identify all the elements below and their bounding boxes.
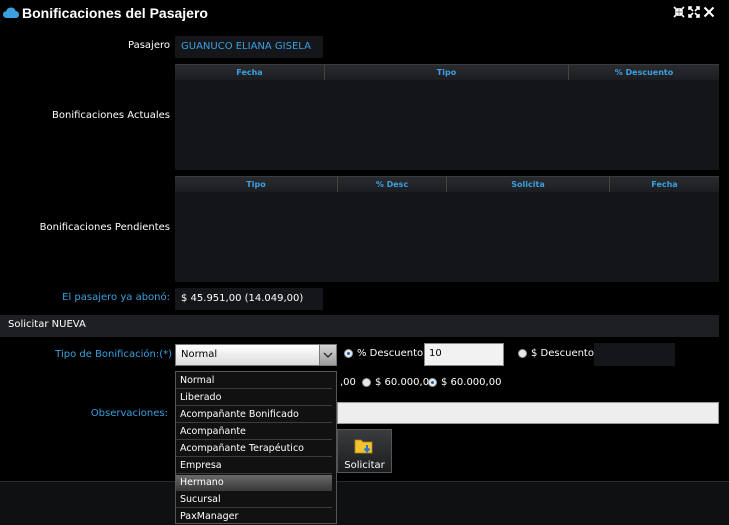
pendientes-grid-header: Tipo % Desc Solicita Fecha — [175, 176, 719, 192]
tipo-option[interactable]: Acompañante — [176, 424, 332, 440]
solicitar-section-header: Solicitar NUEVA — [0, 315, 719, 337]
chevron-down-icon[interactable] — [319, 345, 336, 365]
amount-option-2: $ 60.000,00 — [441, 377, 502, 388]
col-solicita[interactable]: Solicita — [447, 177, 610, 192]
tipo-option[interactable]: PaxManager — [176, 509, 332, 523]
col-pct-desc[interactable]: % Desc — [338, 177, 447, 192]
tipo-option-highlighted[interactable]: Hermano — [176, 475, 332, 491]
pasajero-value: GUANUCO ELIANA GISELA — [181, 41, 311, 52]
folder-download-icon — [354, 439, 373, 454]
actuales-grid-header: Fecha Tipo % Descuento — [175, 64, 719, 80]
pct-descuento-label: % Descuento — [357, 348, 424, 359]
tipo-option[interactable]: Normal — [176, 373, 332, 389]
pct-descuento-input[interactable]: 10 — [424, 343, 504, 366]
window-footer — [0, 481, 729, 525]
actuales-label: Bonificaciones Actuales — [52, 110, 170, 121]
pendientes-grid: Tipo % Desc Solicita Fecha — [175, 176, 719, 282]
solicitar-label: Solicitar — [344, 460, 385, 471]
monto-descuento-input[interactable] — [594, 343, 675, 366]
cloud-icon — [3, 7, 19, 18]
abono-value: $ 45.951,00 (14.049,00) — [181, 293, 304, 304]
tipo-option[interactable]: Liberado — [176, 390, 332, 406]
tipo-bonificacion-select[interactable]: Normal — [175, 344, 337, 366]
tipo-option[interactable]: Empresa — [176, 458, 332, 474]
pasajero-label: Pasajero — [128, 40, 170, 51]
solicitar-button[interactable]: Solicitar — [337, 429, 392, 473]
tipo-label: Tipo de Bonificación:(*) — [55, 349, 172, 360]
abono-field: $ 45.951,00 (14.049,00) — [175, 288, 323, 310]
tipo-option[interactable]: Acompañante Terapéutico — [176, 441, 332, 457]
collapse-icon[interactable] — [672, 6, 686, 22]
section-title: Solicitar NUEVA — [8, 319, 86, 330]
pendientes-label: Bonificaciones Pendientes — [39, 222, 170, 233]
tipo-option[interactable]: Sucursal — [176, 492, 332, 508]
tipo-selected-value: Normal — [181, 349, 218, 360]
amount-radio-1[interactable] — [362, 378, 371, 387]
window-title: Bonificaciones del Pasajero — [22, 5, 208, 21]
col-tipo[interactable]: Tipo — [325, 65, 569, 80]
col-fecha[interactable]: Fecha — [610, 177, 719, 192]
monto-descuento-radio[interactable] — [518, 349, 527, 358]
monto-descuento-label: $ Descuento — [531, 348, 594, 359]
amount-radio-2[interactable] — [428, 378, 437, 387]
tipo-option[interactable]: Acompañante Bonificado — [176, 407, 332, 423]
amount-partial-text: ,00 — [340, 377, 356, 388]
observaciones-label: Observaciones: — [90, 408, 168, 419]
col-tipo[interactable]: Tipo — [175, 177, 338, 192]
window-titlebar: Bonificaciones del Pasajero — [0, 0, 729, 26]
pasajero-field: GUANUCO ELIANA GISELA — [175, 36, 323, 58]
expand-icon[interactable] — [687, 6, 701, 22]
col-descuento[interactable]: % Descuento — [569, 65, 719, 80]
tipo-dropdown-list: Normal Liberado Acompañante Bonificado A… — [175, 371, 337, 524]
col-fecha[interactable]: Fecha — [175, 65, 325, 80]
actuales-grid: Fecha Tipo % Descuento — [175, 64, 719, 170]
abono-label: El pasajero ya abonó: — [62, 292, 170, 303]
pct-descuento-radio[interactable] — [344, 349, 353, 358]
close-icon[interactable] — [702, 6, 716, 22]
amount-option-1: $ 60.000,00 — [375, 377, 436, 388]
observaciones-input[interactable] — [337, 402, 719, 424]
